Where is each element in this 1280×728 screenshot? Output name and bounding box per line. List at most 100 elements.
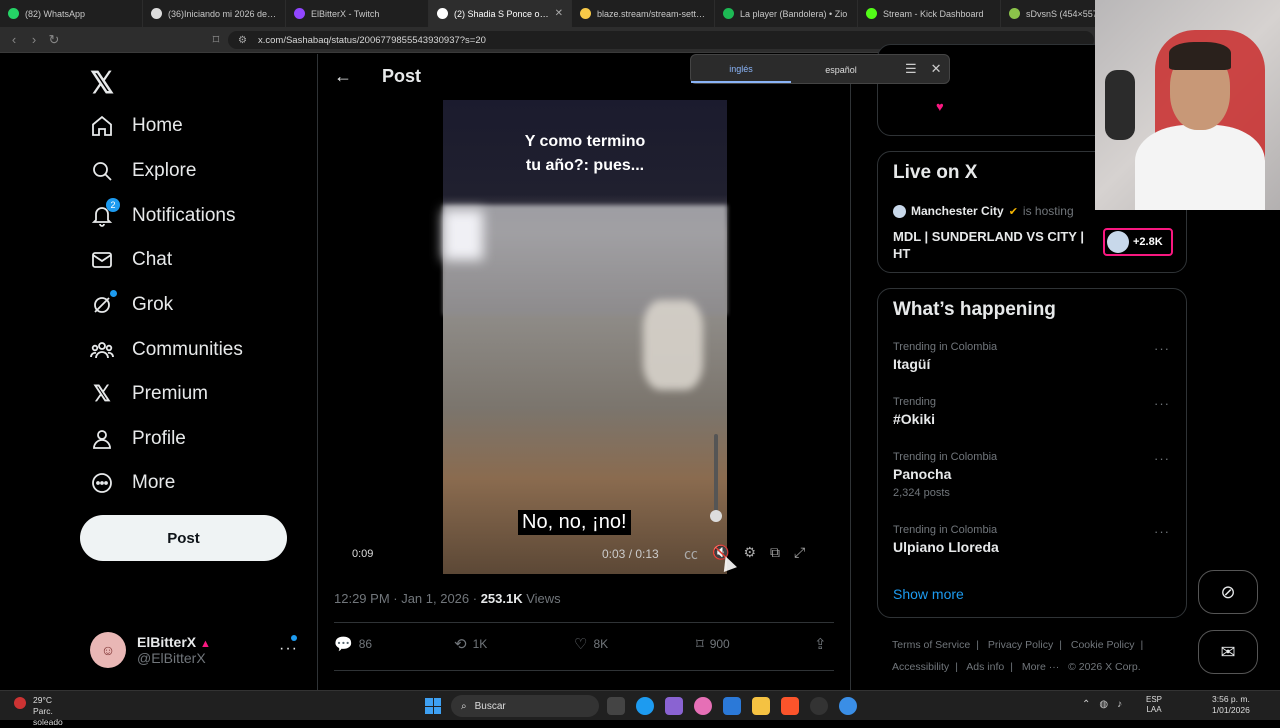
nav-item-communities[interactable]: Communities bbox=[90, 338, 243, 362]
task-view-icon[interactable] bbox=[607, 697, 625, 715]
translate-lang-spanish[interactable]: español bbox=[791, 55, 891, 83]
repost-button[interactable]: ⟲ 1K bbox=[454, 635, 487, 653]
nav-item-premium[interactable]: 𝕏 Premium bbox=[90, 381, 208, 406]
network-icon[interactable]: ◍ bbox=[1099, 699, 1108, 710]
settings-gear-icon[interactable]: ⚙ bbox=[743, 544, 756, 564]
site-info-icon[interactable]: ⚙ bbox=[238, 35, 247, 46]
more-dots-icon[interactable]: ··· bbox=[1154, 396, 1170, 411]
browser-tab-kick[interactable]: Stream - Kick Dashboard bbox=[858, 0, 1001, 27]
pip-icon[interactable]: ⧉ bbox=[770, 544, 780, 564]
person-icon bbox=[90, 427, 114, 451]
trend-item[interactable]: Trending in Colombia Panocha 2,324 posts… bbox=[893, 451, 1178, 499]
taskbar-search[interactable]: ⌕ Buscar bbox=[451, 695, 599, 717]
nav-item-home[interactable]: Home bbox=[90, 114, 183, 138]
nav-item-notifications[interactable]: 2 Notifications bbox=[90, 198, 236, 228]
chevron-up-icon[interactable]: ⌃ bbox=[1082, 699, 1090, 710]
nav-item-profile[interactable]: Profile bbox=[90, 427, 186, 451]
footer-link[interactable]: Cookie Policy bbox=[1071, 639, 1135, 651]
nav-item-chat[interactable]: Chat bbox=[90, 248, 172, 272]
browser-tab-whatsapp[interactable]: (82) WhatsApp bbox=[0, 0, 143, 27]
footer-link[interactable]: Terms of Service bbox=[892, 639, 970, 651]
more-dots-icon[interactable]: ··· bbox=[1154, 341, 1170, 356]
browser-tab-twitch[interactable]: ElBitterX - Twitch bbox=[286, 0, 429, 27]
section-title: Live on X bbox=[893, 162, 978, 183]
clock[interactable]: 3:56 p. m. 1/01/2026 bbox=[1212, 694, 1250, 716]
edge-icon[interactable] bbox=[636, 697, 654, 715]
trend-item[interactable]: Trending in Colombia Ulpiano Lloreda ··· bbox=[893, 524, 1178, 555]
close-tab-icon[interactable]: ✕ bbox=[555, 8, 563, 19]
trend-item[interactable]: Trending in Colombia Itagüí ··· bbox=[893, 341, 1178, 372]
post-timestamp: 12:29 PM · Jan 1, 2026 · bbox=[334, 591, 481, 606]
language-indicator[interactable]: ESP LAA bbox=[1146, 695, 1162, 715]
fullscreen-icon[interactable]: ⤢ bbox=[794, 544, 805, 564]
weather-desc: Parc. soleado bbox=[33, 706, 63, 727]
browser-tab-spotify[interactable]: La player (Bandolera) • Zio bbox=[715, 0, 858, 27]
back-arrow-icon[interactable]: ← bbox=[334, 66, 352, 87]
video-subtitle: No, no, ¡no! bbox=[518, 510, 631, 535]
app-icon[interactable] bbox=[839, 697, 857, 715]
more-dots-icon[interactable]: ··· bbox=[1154, 451, 1170, 466]
copilot-icon[interactable] bbox=[694, 697, 712, 715]
weather-icon bbox=[14, 697, 26, 709]
trend-item[interactable]: Trending #Okiki ··· bbox=[893, 396, 1178, 427]
obs-icon[interactable] bbox=[810, 697, 828, 715]
windows-start-icon[interactable] bbox=[425, 698, 441, 714]
snipping-icon[interactable] bbox=[665, 697, 683, 715]
files-icon[interactable] bbox=[752, 697, 770, 715]
search-icon: ⌕ bbox=[461, 700, 467, 712]
translate-lang-english[interactable]: inglés bbox=[691, 55, 791, 83]
brave-icon[interactable] bbox=[781, 697, 799, 715]
like-count: 8K bbox=[593, 637, 609, 651]
browser-tab-tiktok[interactable]: (36)Iniciando mi 2026 de la me... bbox=[143, 0, 286, 27]
live-host[interactable]: Manchester City ✔ is hosting bbox=[893, 204, 1074, 218]
nav-item-grok[interactable]: Grok bbox=[90, 290, 174, 317]
post-meta: 12:29 PM · Jan 1, 2026 · 253.1K Views bbox=[334, 591, 561, 606]
webcam-overlay bbox=[1095, 0, 1280, 210]
nav-item-explore[interactable]: Explore bbox=[90, 159, 196, 183]
volume-knob[interactable] bbox=[710, 510, 722, 522]
more-dots-icon[interactable]: ··· bbox=[1154, 524, 1170, 539]
footer-link[interactable]: More ··· bbox=[1022, 661, 1059, 673]
show-more-link[interactable]: Show more bbox=[893, 586, 964, 602]
close-icon[interactable]: ✕ bbox=[931, 61, 942, 77]
forward-arrow-icon[interactable]: › bbox=[24, 32, 44, 47]
browser-tab-blaze[interactable]: blaze.stream/stream-settings bbox=[572, 0, 715, 27]
bookmark-button[interactable]: ⌑ 900 bbox=[696, 635, 730, 653]
more-dots-icon[interactable]: ··· bbox=[279, 640, 298, 658]
account-handle: @ElBitterX bbox=[137, 650, 206, 666]
live-viewers-chip[interactable]: +2.8K bbox=[1103, 228, 1173, 256]
footer-link[interactable]: Privacy Policy bbox=[988, 639, 1053, 651]
mic-icon[interactable]: ♪ bbox=[1117, 699, 1122, 710]
nav-item-more[interactable]: More bbox=[90, 471, 175, 495]
trend-category: Trending in Colombia bbox=[893, 451, 998, 463]
x-logo-icon[interactable]: 𝕏 bbox=[90, 66, 114, 101]
store-icon[interactable] bbox=[723, 697, 741, 715]
person-hair bbox=[1169, 42, 1231, 70]
left-nav: 𝕏 Home Explore 2 Notifications Chat Grok… bbox=[80, 54, 317, 690]
share-button[interactable]: ⇪ bbox=[814, 635, 827, 653]
captions-icon[interactable]: ㏄ bbox=[684, 544, 698, 564]
footer-link[interactable]: Ads info bbox=[966, 661, 1004, 673]
hamburger-menu-icon[interactable]: ☰ bbox=[905, 61, 917, 77]
post-button[interactable]: Post bbox=[80, 515, 287, 561]
account-switcher[interactable]: ☺ ElBitterX ▲ @ElBitterX ··· bbox=[90, 630, 310, 670]
blaze-icon bbox=[580, 8, 591, 19]
back-arrow-icon[interactable]: ‹ bbox=[4, 32, 24, 47]
video-player[interactable]: Y como termino tu año?: pues... No, no, … bbox=[334, 100, 836, 574]
reply-button[interactable]: 💬 86 bbox=[334, 635, 372, 653]
live-title[interactable]: MDL | SUNDERLAND VS CITY | HT bbox=[893, 228, 1093, 262]
verified-badge-icon: ✔ bbox=[1008, 205, 1018, 218]
nav-label: Profile bbox=[132, 428, 186, 449]
footer-link[interactable]: Accessibility bbox=[892, 661, 949, 673]
nav-label: Grok bbox=[132, 294, 174, 315]
heart-icon: ♥ bbox=[936, 99, 944, 114]
browser-tab-x-post[interactable]: (2) Shadia S Ponce on X: "✕ bbox=[429, 0, 572, 27]
grok-fab[interactable]: ⊘ bbox=[1198, 570, 1258, 614]
like-button[interactable]: ♡ 8K bbox=[574, 635, 608, 653]
bookmark-icon[interactable]: ⌑ bbox=[206, 32, 226, 48]
views-label: Views bbox=[522, 591, 561, 606]
volume-slider[interactable] bbox=[714, 434, 718, 514]
reload-icon[interactable]: ↻ bbox=[44, 32, 64, 48]
video-time: 0:03 / 0:13 bbox=[602, 547, 659, 561]
messages-fab[interactable]: ✉ bbox=[1198, 630, 1258, 674]
